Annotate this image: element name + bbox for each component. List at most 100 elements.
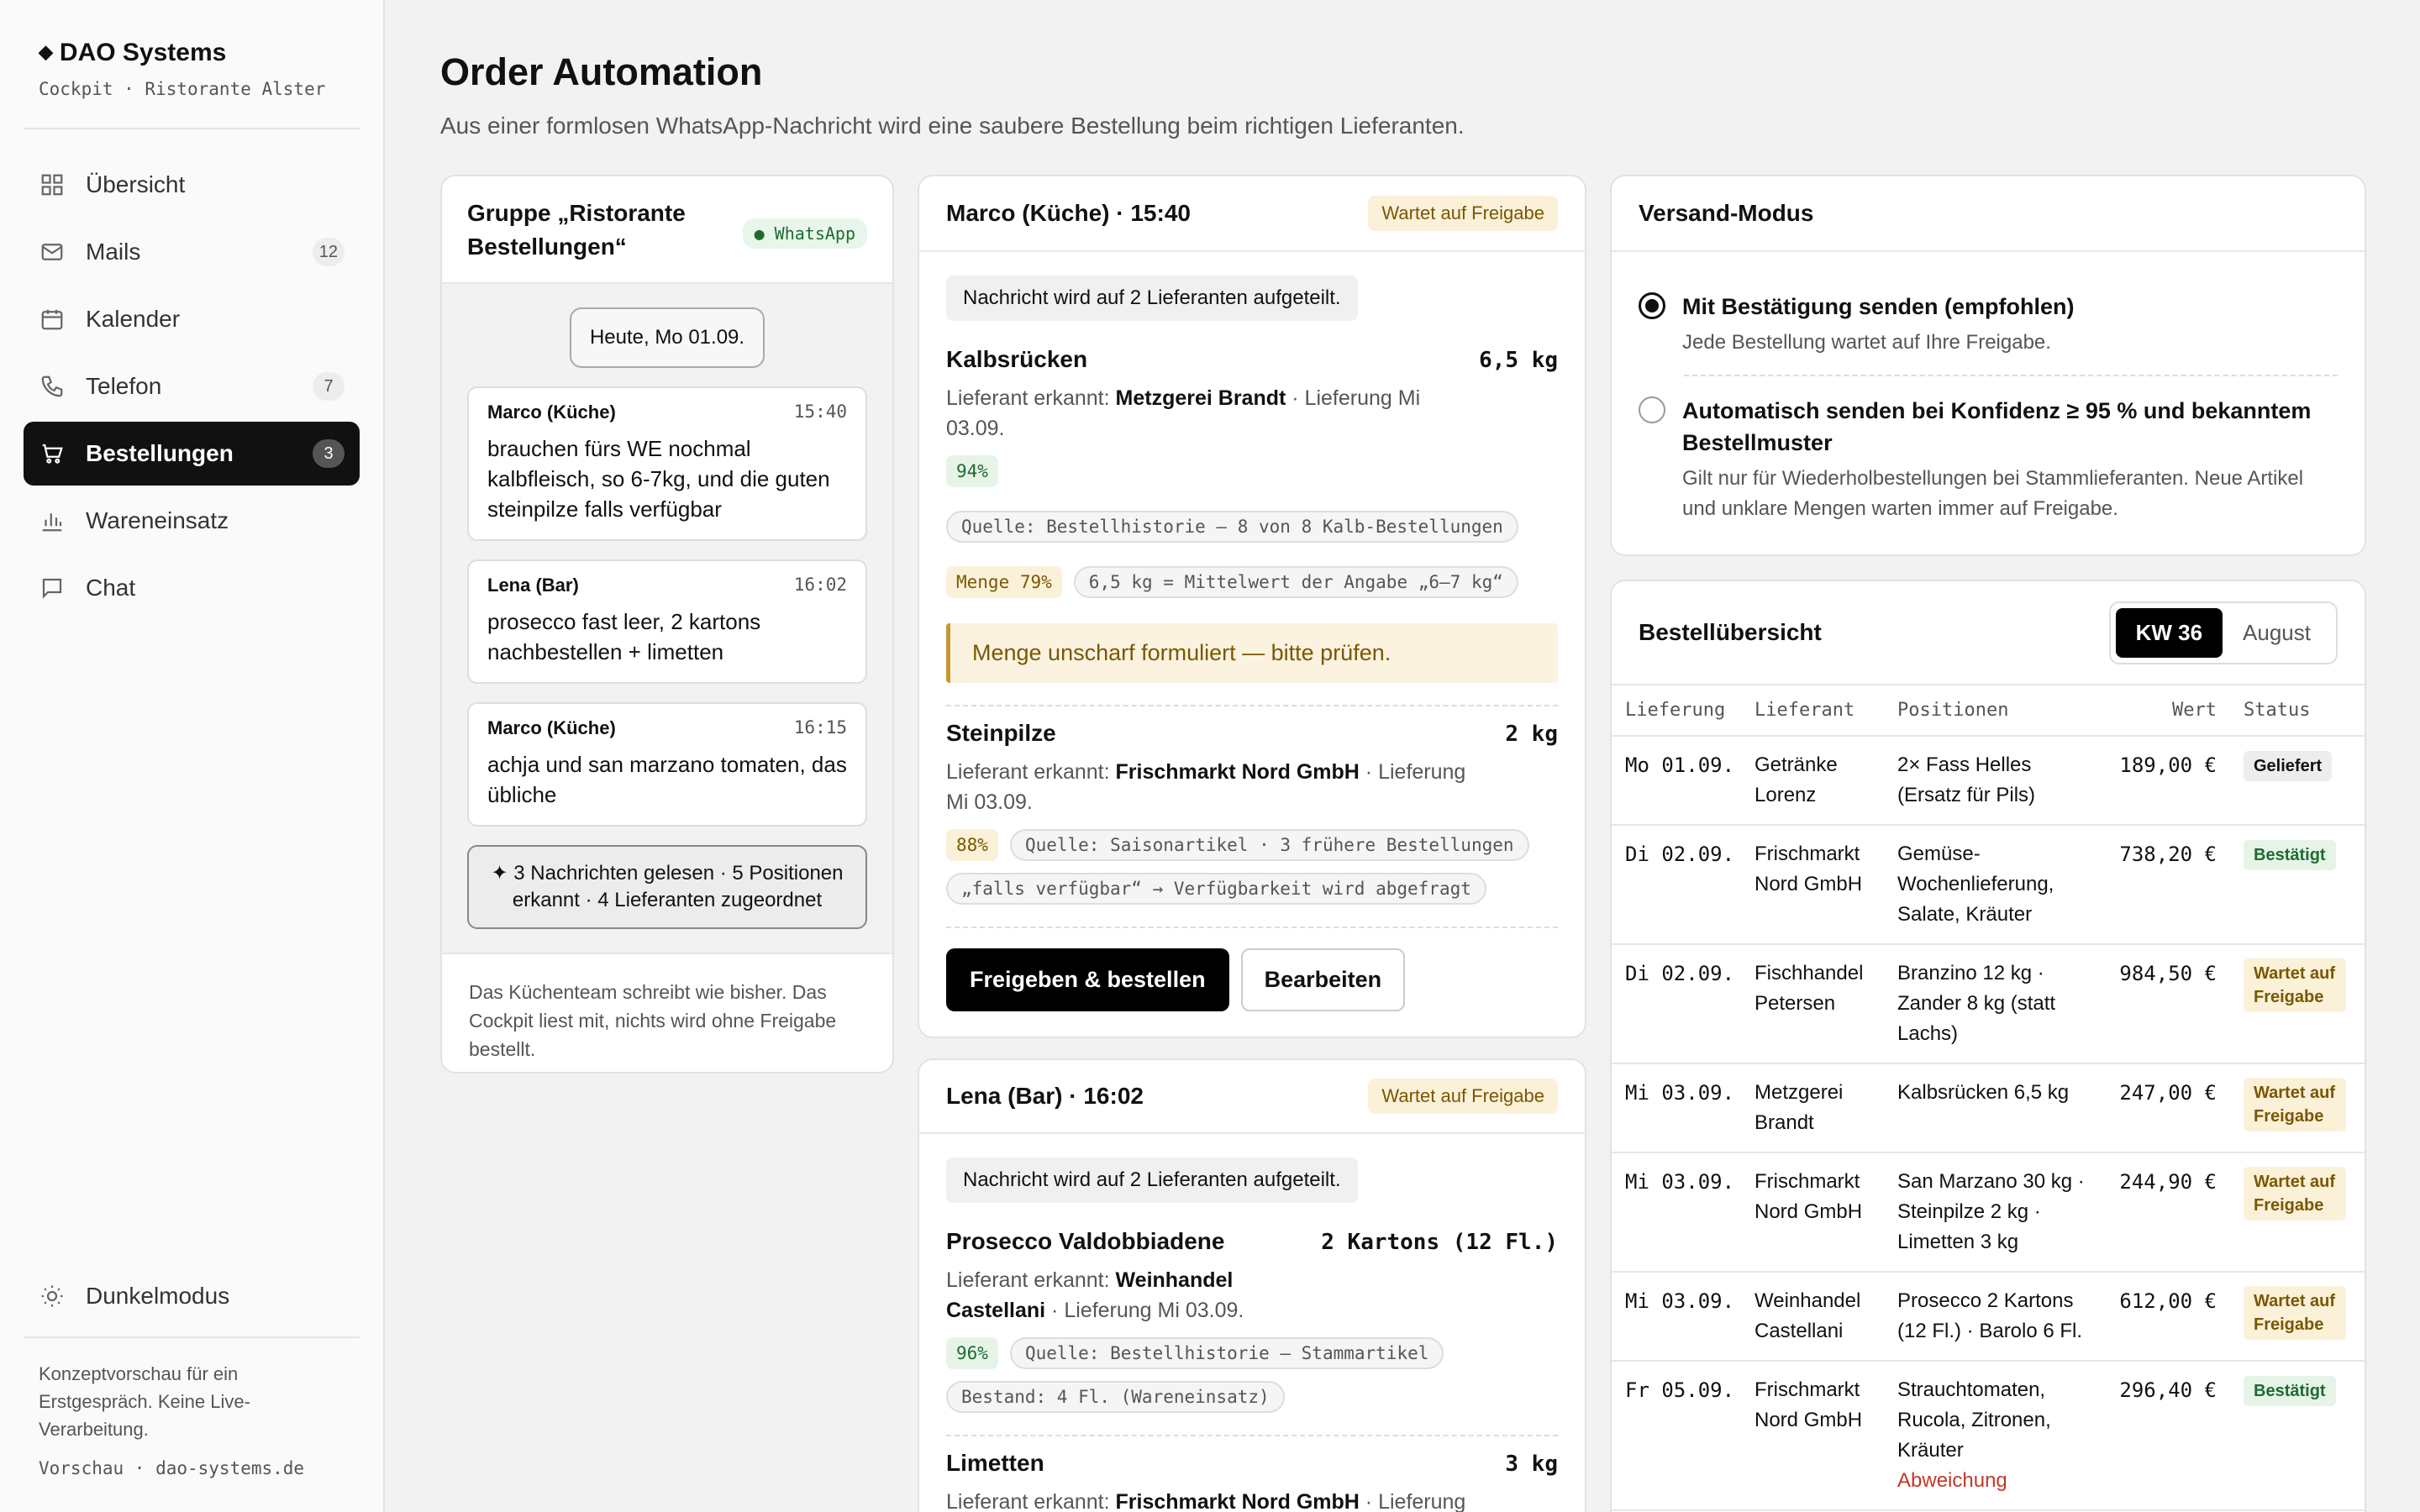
bestellungen-count-badge: 3	[313, 439, 345, 468]
table-row[interactable]: Di 02.09. Frischmarkt Nord GmbH Gemüse-W…	[1612, 825, 2365, 945]
telefon-count-badge: 7	[313, 372, 345, 401]
chat-message[interactable]: Marco (Küche) 16:15 achja und san marzano…	[467, 702, 867, 827]
option-auto-send[interactable]: Automatisch senden bei Konfidenz ≥ 95 % …	[1639, 395, 2338, 524]
position-supplier: Lieferant erkannt: Frischmarkt Nord GmbH…	[946, 757, 1484, 817]
versand-card-header: Versand-Modus	[1612, 176, 2365, 252]
position-divider	[946, 927, 1558, 928]
versand-title: Versand-Modus	[1639, 200, 1814, 226]
edit-order-button[interactable]: Bearbeiten	[1240, 948, 1406, 1011]
position-name: Kalbsrücken	[946, 346, 1088, 372]
sidebar: ◆ DAO Systems Cockpit · Ristorante Alster…	[0, 0, 385, 1512]
day-separator: Heute, Mo 01.09.	[570, 307, 765, 368]
position-chips: 94% Quelle: Bestellhistorie — 8 von 8 Ka…	[946, 455, 1558, 598]
radio-unselected[interactable]	[1639, 396, 1665, 423]
sidebar-item-mails[interactable]: Mails 12	[24, 220, 360, 284]
message-text: prosecco fast leer, 2 kartons nachbestel…	[487, 609, 761, 664]
option-title: Mit Bestätigung senden (empfohlen)	[1682, 294, 2075, 319]
position-divider	[946, 1435, 1558, 1436]
supplier-prefix: Lieferant erkannt:	[946, 1268, 1116, 1292]
approve-order-button[interactable]: Freigeben & bestellen	[946, 948, 1229, 1011]
message-author: Marco (Küche)	[487, 717, 616, 738]
sidebar-item-uebersicht[interactable]: Übersicht	[24, 153, 360, 217]
sidebar-item-label: Bestellungen	[86, 440, 234, 466]
table-row[interactable]: Mo 01.09. Getränke Lorenz 2× Fass Helles…	[1612, 736, 2365, 826]
supplier-name: Frischmarkt Nord GmbH	[1115, 760, 1360, 784]
status-badge: Geliefert	[2244, 751, 2333, 781]
sidebar-item-kalender[interactable]: Kalender	[24, 287, 360, 351]
order-overview-table: Lieferung Lieferant Positionen Wert Stat…	[1612, 685, 2365, 1511]
radio-selected[interactable]	[1639, 292, 1665, 319]
table-header-row: Lieferung Lieferant Positionen Wert Stat…	[1612, 685, 2365, 737]
app: ◆ DAO Systems Cockpit · Ristorante Alster…	[0, 0, 2420, 1512]
sidebar-item-label: Wareneinsatz	[86, 507, 229, 533]
option-confirm[interactable]: Mit Bestätigung senden (empfohlen) Jede …	[1639, 291, 2338, 358]
chat-message[interactable]: Marco (Küche) 15:40 brauchen fürs WE noch…	[467, 386, 867, 541]
quantity-confidence-badge: Menge 79%	[946, 566, 1062, 598]
cell-items: Branzino 12 kg · Zander 8 kg (statt Lach…	[1891, 944, 2101, 1064]
supplier-delivery: · Lieferung Mi 03.09.	[1045, 1299, 1244, 1322]
table-row[interactable]: Fr 05.09. Frischmarkt Nord GmbH Straucht…	[1612, 1361, 2365, 1511]
sidebar-item-telefon[interactable]: Telefon 7	[24, 354, 360, 418]
message-text: brauchen fürs WE nochmal kalbfleisch, so…	[487, 436, 830, 522]
position-quantity: 3 kg	[1505, 1452, 1558, 1477]
sidebar-item-wareneinsatz[interactable]: Wareneinsatz	[24, 489, 360, 553]
cart-icon	[39, 440, 66, 467]
table-row[interactable]: Di 02.09. Fischhandel Petersen Branzino …	[1612, 944, 2365, 1064]
message-author: Lena (Bar)	[487, 575, 579, 596]
cell-date: Mo 01.09.	[1612, 736, 1748, 826]
sidebar-item-bestellungen[interactable]: Bestellungen 3	[24, 422, 360, 486]
status-badge: Bestätigt	[2244, 1376, 2336, 1406]
order-card-body: Nachricht wird auf 2 Lieferanten aufgete…	[919, 1134, 1585, 1512]
sidebar-nav: Übersicht Mails 12 Kalender Telefon 7 Be…	[24, 153, 360, 620]
sidebar-item-label: Chat	[86, 575, 136, 601]
confidence-badge: 96%	[946, 1337, 998, 1369]
split-notice: Nachricht wird auf 2 Lieferanten aufgete…	[946, 276, 1358, 321]
position-quantity: 6,5 kg	[1479, 348, 1558, 373]
cell-items: Prosecco 2 Kartons (12 Fl.) · Barolo 6 F…	[1891, 1272, 2101, 1362]
source-chip: Quelle: Saisonartikel · 3 frühere Bestel…	[1009, 829, 1529, 861]
darkmode-toggle[interactable]: Dunkelmodus	[24, 1264, 360, 1328]
quantity-chip: 6,5 kg = Mittelwert der Angabe „6–7 kg“	[1073, 566, 1518, 598]
concept-note: Konzeptvorschau für ein Erstgespräch. Ke…	[39, 1363, 250, 1440]
position-quantity: 2 kg	[1505, 722, 1558, 747]
order-title: Lena (Bar) · 16:02	[946, 1083, 1144, 1109]
cell-value: 738,20 €	[2101, 825, 2223, 945]
supplier-prefix: Lieferant erkannt:	[946, 1490, 1116, 1512]
cell-supplier: Weinhandel Castellani	[1748, 1272, 1891, 1362]
status-badge: Wartet auf Freigabe	[2244, 1286, 2346, 1340]
table-row[interactable]: Mi 03.09. Weinhandel Castellani Prosecco…	[1612, 1272, 2365, 1362]
calendar-icon	[39, 306, 66, 333]
sidebar-item-chat[interactable]: Chat	[24, 556, 360, 620]
phone-icon	[39, 373, 66, 400]
column-header: Lieferung	[1612, 685, 1748, 737]
sidebar-item-label: Mails	[86, 239, 141, 265]
status-badge: Wartet auf Freigabe	[2244, 1167, 2346, 1221]
page-title: Order Automation	[440, 50, 763, 93]
parse-summary: ✦ 3 Nachrichten gelesen · 5 Positionen e…	[467, 845, 867, 929]
sidebar-item-label: Kalender	[86, 306, 181, 332]
tab-august[interactable]: August	[2223, 608, 2331, 658]
order-card-lena: Lena (Bar) · 16:02 Wartet auf Freigabe N…	[918, 1058, 1586, 1512]
position-chips: 96% Quelle: Bestellhistorie — Stammartik…	[946, 1337, 1558, 1413]
status-badge: Wartet auf Freigabe	[2244, 1078, 2346, 1131]
cell-supplier: Metzgerei Brandt	[1748, 1063, 1891, 1153]
tab-kw36[interactable]: KW 36	[2115, 607, 2223, 658]
chat-message[interactable]: Lena (Bar) 16:02 prosecco fast leer, 2 ka…	[467, 559, 867, 684]
availability-chip: „falls verfügbar“ → Verfügbarkeit wird a…	[946, 873, 1486, 905]
status-badge: Bestätigt	[2244, 840, 2336, 870]
cell-supplier: Frischmarkt Nord GmbH	[1748, 1152, 1891, 1273]
cell-supplier: Frischmarkt Nord GmbH	[1748, 1361, 1891, 1511]
position-chips: 88% Quelle: Saisonartikel · 3 frühere Be…	[946, 829, 1558, 905]
order-overview-card: Bestellübersicht KW 36 August Lieferung …	[1610, 580, 2366, 1512]
brand-subtitle: Cockpit · Ristorante Alster	[39, 79, 326, 99]
position-name: Limetten	[946, 1450, 1044, 1476]
position-name: Prosecco Valdobbiadene	[946, 1228, 1225, 1254]
table-row[interactable]: Mi 03.09. Frischmarkt Nord GmbH San Marz…	[1612, 1152, 2365, 1273]
supplier-prefix: Lieferant erkannt:	[946, 386, 1116, 410]
message-author: Marco (Küche)	[487, 402, 616, 423]
order-position: Prosecco Valdobbiadene 2 Kartons (12 Fl.)…	[946, 1228, 1558, 1413]
table-row[interactable]: Mi 03.09. Metzgerei Brandt Kalbsrücken 6…	[1612, 1063, 2365, 1153]
split-notice: Nachricht wird auf 2 Lieferanten aufgete…	[946, 1158, 1358, 1203]
versand-options: Mit Bestätigung senden (empfohlen) Jede …	[1612, 252, 2365, 524]
position-quantity: 2 Kartons (12 Fl.)	[1321, 1230, 1558, 1255]
